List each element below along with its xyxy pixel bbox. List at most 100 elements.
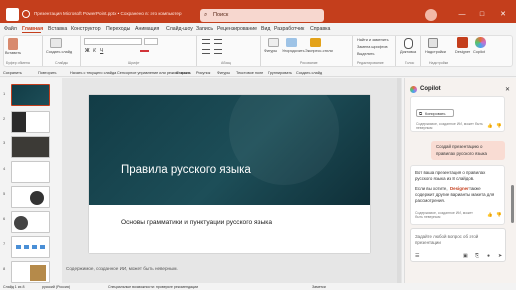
notes-button[interactable]: Заметки [312, 285, 326, 289]
thumbnail-slide-7[interactable] [11, 236, 50, 258]
microphone-icon[interactable]: ● [487, 253, 490, 259]
thumbnail-slide-1[interactable] [11, 84, 50, 106]
search-input[interactable]: ⌕ Поиск [200, 9, 324, 22]
arrange-icon[interactable] [286, 38, 297, 47]
slide-counter: Слайд 1 из 8 [3, 284, 25, 289]
slide-title[interactable]: Правила русского языка [121, 164, 251, 176]
group-addins: Надстройки [429, 61, 449, 65]
prompt-guide-icon[interactable]: ☰ [415, 253, 419, 259]
window-title: Презентация Microsoft PowerPoint.pptx • … [34, 11, 182, 16]
copilot-input[interactable]: Задайте любой вопрос об этой презентации… [410, 228, 506, 262]
thumb-number: 1 [3, 91, 6, 96]
tab-view[interactable]: Вид [261, 26, 270, 32]
language-indicator[interactable]: русский (Россия) [42, 285, 70, 289]
copilot-title: Copilot [420, 86, 441, 92]
qb-open[interactable]: Открыть [176, 71, 191, 75]
quick-access-bar: Сохранить Повторить Начать с текущего сл… [0, 68, 516, 77]
maximize-button[interactable]: □ [475, 8, 489, 22]
addins-label: Надстройки [425, 50, 446, 54]
thumbnail-slide-3[interactable] [11, 136, 50, 158]
thumb-number: 8 [3, 266, 6, 271]
qb-shapes[interactable]: Фигуры [217, 71, 230, 75]
copy-button[interactable]: ⧉ Копировать [416, 109, 454, 117]
tab-design[interactable]: Конструктор [71, 26, 101, 32]
qb-picture[interactable]: Рисунок [196, 71, 210, 75]
italic-icon[interactable]: К [93, 48, 96, 54]
underline-icon[interactable]: Ч [100, 48, 103, 54]
autosave-toggle[interactable] [22, 10, 30, 18]
designer-link[interactable]: Designer [450, 186, 469, 191]
new-slide-label: Создать слайд [46, 50, 73, 54]
shapes-icon[interactable] [268, 38, 279, 47]
select-button[interactable]: Выделить [357, 52, 375, 56]
copilot-scrollbar[interactable] [511, 185, 514, 223]
paste-label: Вставить [5, 51, 22, 55]
designer-icon[interactable] [457, 37, 468, 48]
paste-icon[interactable] [8, 38, 18, 50]
divider [352, 36, 353, 66]
copilot-icon[interactable] [475, 37, 486, 48]
thumbs-down-icon[interactable]: 👎 [496, 123, 502, 129]
tab-developer[interactable]: Разработчик [274, 26, 304, 32]
vertical-scrollbar[interactable] [397, 78, 401, 283]
addins-icon[interactable] [428, 38, 438, 48]
new-slide-icon[interactable] [50, 38, 62, 48]
thumbnail-slide-2[interactable] [11, 111, 50, 133]
thumbs-down-icon[interactable]: 👎 [496, 212, 502, 218]
reply-line: Вот ваша презентация о правилах [415, 170, 486, 175]
align-left-icon[interactable] [202, 49, 210, 54]
align-center-icon[interactable] [214, 49, 222, 54]
thumb-number: 7 [3, 241, 6, 246]
attach-icon[interactable]: ⎘ [475, 253, 479, 259]
group-slides: Слайды [55, 61, 69, 65]
thumbs-up-icon[interactable]: 👍 [487, 123, 493, 129]
thumb-number: 2 [3, 116, 6, 121]
thumbnail-slide-8[interactable] [11, 261, 50, 283]
bullets-icon[interactable] [202, 39, 210, 44]
slide-canvas[interactable]: Правила русского языка Основы грамматики… [89, 95, 370, 253]
avatar[interactable] [425, 9, 437, 21]
send-icon[interactable]: ➤ [498, 253, 502, 259]
accessibility-status[interactable]: Специальные возможности: проверьте реком… [108, 285, 198, 289]
bold-icon[interactable]: Ж [85, 48, 90, 54]
microphone-icon[interactable] [404, 38, 413, 49]
find-replace-button[interactable]: Найти и заменить [357, 38, 389, 42]
qb-redo[interactable]: Повторить [38, 71, 57, 75]
shapes-label: Фигуры [264, 49, 278, 53]
thumbs-up-icon[interactable]: 👍 [487, 212, 493, 218]
ai-content-note: Содержимое, созданное ИИ, может быть нев… [415, 211, 473, 220]
tab-file[interactable]: Файл [4, 26, 17, 32]
qb-textbox[interactable]: Текстовое поле [236, 71, 263, 75]
qb-start-current[interactable]: Начать с текущего слайда [70, 71, 116, 75]
thumbnail-slide-6[interactable] [11, 211, 50, 233]
font-size-select[interactable] [144, 38, 158, 45]
font-color-icon[interactable] [140, 50, 149, 52]
numbering-icon[interactable] [214, 39, 222, 44]
qb-group[interactable]: Группировать [268, 71, 292, 75]
close-button[interactable]: ✕ [496, 8, 510, 22]
qb-save[interactable]: Сохранить [3, 71, 22, 75]
tab-review[interactable]: Рецензирование [217, 26, 257, 32]
quick-styles-icon[interactable] [310, 38, 321, 47]
minimize-button[interactable]: — [455, 8, 469, 22]
qb-new-slide[interactable]: Создать слайд [296, 71, 322, 75]
image-icon[interactable]: ▣ [463, 253, 468, 259]
thumb-number: 6 [3, 216, 6, 221]
tab-record[interactable]: Запись [196, 26, 213, 32]
reply-line: Если вы хотите, [415, 186, 448, 191]
user-message: Создай презентацию о правилах русского я… [431, 141, 505, 160]
tab-slideshow[interactable]: Слайд-шоу [166, 26, 193, 32]
ribbon-tabs: Файл Главная Вставка Конструктор Переход… [0, 23, 516, 56]
tab-help[interactable]: Справка [310, 26, 330, 32]
group-font: Шрифт [128, 61, 140, 65]
tab-animations[interactable]: Анимация [135, 26, 159, 32]
close-icon[interactable]: ✕ [505, 86, 510, 93]
thumbnail-slide-5[interactable] [11, 186, 50, 208]
replace-fonts-button[interactable]: Замена шрифтов [357, 45, 388, 49]
tab-transitions[interactable]: Переходы [106, 26, 130, 32]
divider [420, 36, 421, 66]
tab-insert[interactable]: Вставка [48, 26, 67, 32]
font-family-select[interactable] [84, 38, 142, 45]
thumbnail-slide-4[interactable] [11, 161, 50, 183]
slide-subtitle[interactable]: Основы грамматики и пунктуации русского … [121, 219, 272, 226]
